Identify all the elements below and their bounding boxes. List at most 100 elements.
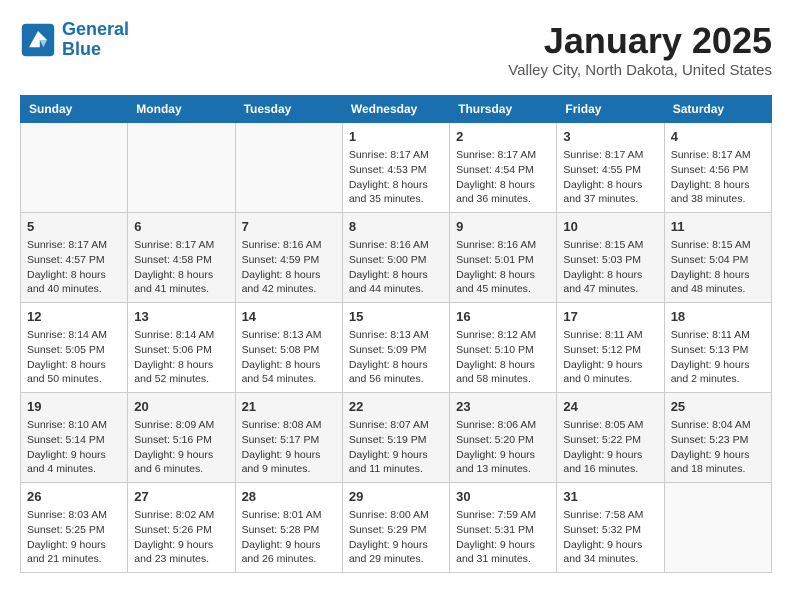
sunrise-text: Sunrise: 8:16 AM: [349, 238, 443, 253]
sunset-text: Sunset: 5:06 PM: [134, 343, 228, 358]
sunset-text: Sunset: 5:25 PM: [27, 523, 121, 538]
day-number: 5: [27, 218, 121, 236]
sunset-text: Sunset: 5:22 PM: [563, 433, 657, 448]
day-number: 11: [671, 218, 765, 236]
calendar-cell: 19Sunrise: 8:10 AMSunset: 5:14 PMDayligh…: [21, 393, 128, 483]
title-block: January 2025 Valley City, North Dakota, …: [508, 20, 772, 79]
day-number: 27: [134, 488, 228, 506]
page-header: General Blue January 2025 Valley City, N…: [20, 20, 772, 79]
sunset-text: Sunset: 5:20 PM: [456, 433, 550, 448]
calendar-cell: 30Sunrise: 7:59 AMSunset: 5:31 PMDayligh…: [450, 483, 557, 573]
calendar-cell: 23Sunrise: 8:06 AMSunset: 5:20 PMDayligh…: [450, 393, 557, 483]
calendar-cell: 12Sunrise: 8:14 AMSunset: 5:05 PMDayligh…: [21, 303, 128, 393]
sunset-text: Sunset: 5:05 PM: [27, 343, 121, 358]
weekday-header: Wednesday: [342, 96, 449, 123]
sunrise-text: Sunrise: 8:17 AM: [456, 148, 550, 163]
sunset-text: Sunset: 5:28 PM: [242, 523, 336, 538]
sunrise-text: Sunrise: 8:13 AM: [349, 328, 443, 343]
sunrise-text: Sunrise: 8:11 AM: [671, 328, 765, 343]
sunrise-text: Sunrise: 8:06 AM: [456, 418, 550, 433]
sunset-text: Sunset: 5:26 PM: [134, 523, 228, 538]
sunrise-text: Sunrise: 8:08 AM: [242, 418, 336, 433]
calendar-cell: 25Sunrise: 8:04 AMSunset: 5:23 PMDayligh…: [664, 393, 771, 483]
sunrise-text: Sunrise: 8:17 AM: [134, 238, 228, 253]
sunset-text: Sunset: 4:55 PM: [563, 163, 657, 178]
sunrise-text: Sunrise: 8:07 AM: [349, 418, 443, 433]
sunset-text: Sunset: 5:04 PM: [671, 253, 765, 268]
month-title: January 2025: [508, 20, 772, 62]
calendar-week-row: 26Sunrise: 8:03 AMSunset: 5:25 PMDayligh…: [21, 483, 772, 573]
sunrise-text: Sunrise: 8:17 AM: [27, 238, 121, 253]
daylight-text: Daylight: 9 hours and 2 minutes.: [671, 358, 765, 387]
logo-line2: Blue: [62, 39, 101, 59]
sunset-text: Sunset: 4:59 PM: [242, 253, 336, 268]
daylight-text: Daylight: 8 hours and 54 minutes.: [242, 358, 336, 387]
calendar-cell: 29Sunrise: 8:00 AMSunset: 5:29 PMDayligh…: [342, 483, 449, 573]
weekday-header: Monday: [128, 96, 235, 123]
day-number: 12: [27, 308, 121, 326]
daylight-text: Daylight: 8 hours and 45 minutes.: [456, 268, 550, 297]
daylight-text: Daylight: 9 hours and 13 minutes.: [456, 448, 550, 477]
sunrise-text: Sunrise: 7:58 AM: [563, 508, 657, 523]
calendar-cell: 27Sunrise: 8:02 AMSunset: 5:26 PMDayligh…: [128, 483, 235, 573]
day-number: 8: [349, 218, 443, 236]
sunrise-text: Sunrise: 8:00 AM: [349, 508, 443, 523]
calendar-cell: 1Sunrise: 8:17 AMSunset: 4:53 PMDaylight…: [342, 123, 449, 213]
weekday-header-row: SundayMondayTuesdayWednesdayThursdayFrid…: [21, 96, 772, 123]
day-number: 3: [563, 128, 657, 146]
day-number: 15: [349, 308, 443, 326]
calendar-cell: 13Sunrise: 8:14 AMSunset: 5:06 PMDayligh…: [128, 303, 235, 393]
day-number: 4: [671, 128, 765, 146]
calendar-table: SundayMondayTuesdayWednesdayThursdayFrid…: [20, 95, 772, 573]
sunrise-text: Sunrise: 8:14 AM: [27, 328, 121, 343]
sunset-text: Sunset: 5:09 PM: [349, 343, 443, 358]
sunset-text: Sunset: 5:32 PM: [563, 523, 657, 538]
calendar-cell: 10Sunrise: 8:15 AMSunset: 5:03 PMDayligh…: [557, 213, 664, 303]
sunset-text: Sunset: 5:23 PM: [671, 433, 765, 448]
calendar-week-row: 1Sunrise: 8:17 AMSunset: 4:53 PMDaylight…: [21, 123, 772, 213]
day-number: 26: [27, 488, 121, 506]
sunrise-text: Sunrise: 8:16 AM: [456, 238, 550, 253]
sunset-text: Sunset: 5:00 PM: [349, 253, 443, 268]
calendar-cell: 11Sunrise: 8:15 AMSunset: 5:04 PMDayligh…: [664, 213, 771, 303]
calendar-cell: 20Sunrise: 8:09 AMSunset: 5:16 PMDayligh…: [128, 393, 235, 483]
day-number: 6: [134, 218, 228, 236]
sunset-text: Sunset: 5:19 PM: [349, 433, 443, 448]
sunrise-text: Sunrise: 7:59 AM: [456, 508, 550, 523]
sunrise-text: Sunrise: 8:13 AM: [242, 328, 336, 343]
sunrise-text: Sunrise: 8:17 AM: [563, 148, 657, 163]
daylight-text: Daylight: 9 hours and 23 minutes.: [134, 538, 228, 567]
calendar-cell: 24Sunrise: 8:05 AMSunset: 5:22 PMDayligh…: [557, 393, 664, 483]
day-number: 16: [456, 308, 550, 326]
day-number: 31: [563, 488, 657, 506]
day-number: 29: [349, 488, 443, 506]
sunset-text: Sunset: 5:13 PM: [671, 343, 765, 358]
daylight-text: Daylight: 8 hours and 40 minutes.: [27, 268, 121, 297]
calendar-cell: 21Sunrise: 8:08 AMSunset: 5:17 PMDayligh…: [235, 393, 342, 483]
day-number: 2: [456, 128, 550, 146]
calendar-cell: 3Sunrise: 8:17 AMSunset: 4:55 PMDaylight…: [557, 123, 664, 213]
day-number: 20: [134, 398, 228, 416]
day-number: 24: [563, 398, 657, 416]
weekday-header: Tuesday: [235, 96, 342, 123]
daylight-text: Daylight: 8 hours and 36 minutes.: [456, 178, 550, 207]
calendar-cell: [128, 123, 235, 213]
day-number: 18: [671, 308, 765, 326]
day-number: 28: [242, 488, 336, 506]
daylight-text: Daylight: 9 hours and 31 minutes.: [456, 538, 550, 567]
day-number: 25: [671, 398, 765, 416]
daylight-text: Daylight: 9 hours and 0 minutes.: [563, 358, 657, 387]
logo-icon: [20, 22, 56, 58]
sunset-text: Sunset: 5:08 PM: [242, 343, 336, 358]
day-number: 7: [242, 218, 336, 236]
calendar-cell: 4Sunrise: 8:17 AMSunset: 4:56 PMDaylight…: [664, 123, 771, 213]
daylight-text: Daylight: 8 hours and 41 minutes.: [134, 268, 228, 297]
weekday-header: Saturday: [664, 96, 771, 123]
sunset-text: Sunset: 5:12 PM: [563, 343, 657, 358]
day-number: 10: [563, 218, 657, 236]
daylight-text: Daylight: 8 hours and 48 minutes.: [671, 268, 765, 297]
calendar-cell: 15Sunrise: 8:13 AMSunset: 5:09 PMDayligh…: [342, 303, 449, 393]
daylight-text: Daylight: 9 hours and 29 minutes.: [349, 538, 443, 567]
day-number: 17: [563, 308, 657, 326]
sunset-text: Sunset: 5:14 PM: [27, 433, 121, 448]
